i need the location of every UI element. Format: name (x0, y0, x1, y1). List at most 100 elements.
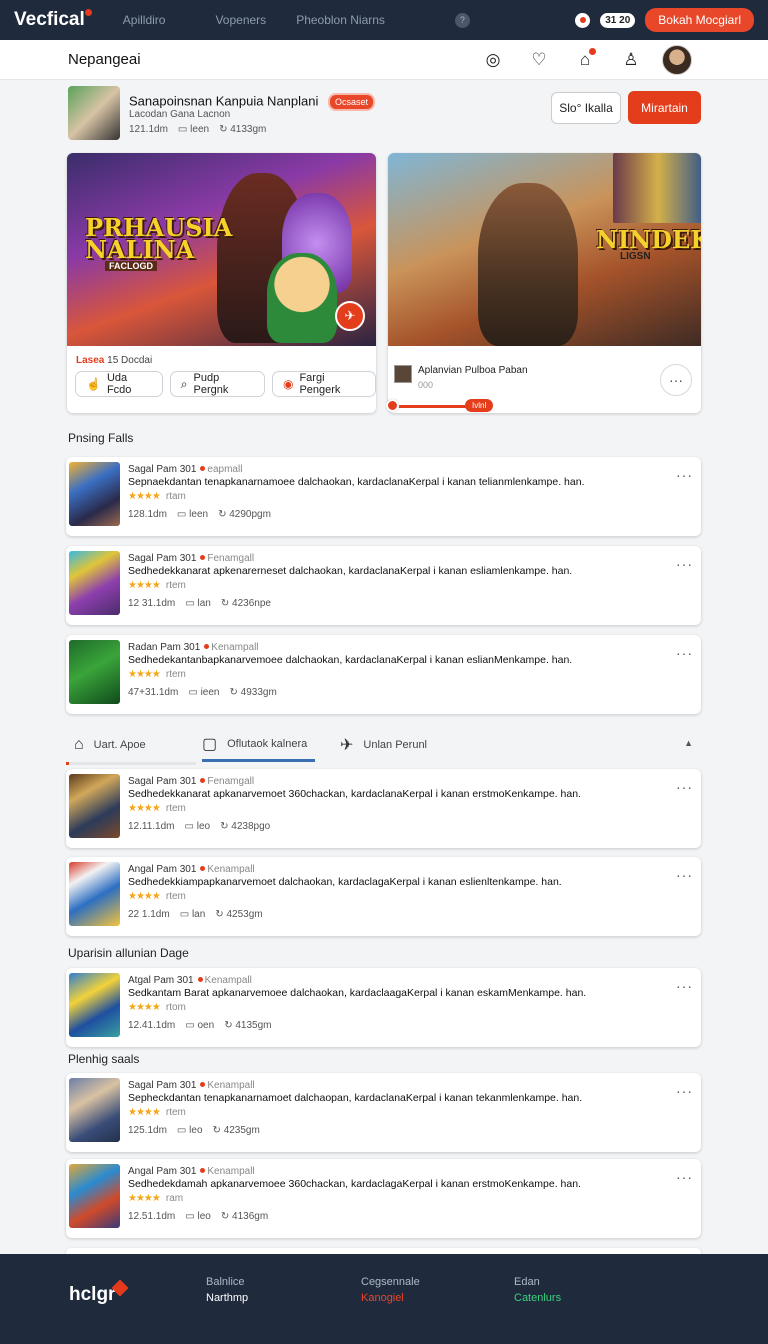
nav-item-3[interactable]: Pheoblon Niarns (296, 13, 385, 27)
meta-time: 121.1dm (129, 124, 168, 135)
star-rating: ★★★★ ram (128, 1193, 184, 1204)
target-icon[interactable]: ◎ (470, 44, 516, 76)
user-icon[interactable]: ♙ (608, 44, 654, 76)
item-meta: 128.1dm ▭ leen ↻ 4290pgm (128, 509, 271, 520)
featured-art-left[interactable]: PRHAUSIA NALINA FACLOGD ✈ (67, 153, 376, 346)
featured-card-left[interactable]: PRHAUSIA NALINA FACLOGD ✈ Lasea 15 Docdai… (67, 153, 376, 413)
profile-thumbnail[interactable] (68, 86, 120, 140)
item-thumbnail[interactable] (69, 862, 120, 926)
more-options-button[interactable]: ··· (660, 364, 692, 396)
primary-button[interactable]: Mirartain (628, 91, 701, 124)
calendar-icon: ▭ (185, 598, 195, 609)
item-thumbnail[interactable] (69, 462, 120, 526)
more-icon[interactable]: ··· (676, 645, 693, 661)
refresh-icon: ↻ (220, 1211, 230, 1222)
featured-card-right[interactable]: NINDEK LIGSN Aplanvian Pulboa Paban 000 … (388, 153, 701, 413)
help-icon[interactable]: ? (454, 12, 470, 28)
list-item[interactable]: Sagal Pam 301 eapmall Sepnaekdantan tenapk… (66, 457, 701, 536)
item-meta: 47+31.1dm ▭ ieen ↻ 4933gm (128, 687, 277, 698)
slider-handle[interactable] (386, 399, 399, 412)
more-icon[interactable]: ··· (676, 867, 693, 883)
avatar-wrap[interactable] (654, 44, 700, 76)
chip-search[interactable]: ⌕ Pudp Pergnk (169, 371, 265, 397)
top-cta-button[interactable]: Bokah Mocgiarl (645, 8, 754, 32)
chat-icon[interactable]: ♡ (516, 44, 562, 76)
meta-views: ↻ 4133gm (219, 124, 267, 135)
footer-link-1[interactable]: Narthmp (206, 1292, 248, 1304)
chip-like[interactable]: ☝ Uda Fcdo (75, 371, 163, 397)
meta-time: 12 31.1dm (128, 598, 176, 609)
author-name[interactable]: Aplanvian Pulboa Paban (418, 365, 528, 376)
calendar-icon: ▭ (188, 687, 198, 698)
list-item[interactable]: Angal Pam 301 Kenampall Sedhedekkiampapkan… (66, 857, 701, 936)
more-icon[interactable]: ··· (676, 467, 693, 483)
top-nav: Apilldiro Vopeners Pheoblon Niarns (123, 13, 435, 27)
calendar-icon: ▭ (185, 1020, 195, 1031)
tab-home[interactable]: ⌂ Uart. Apoe (74, 728, 146, 762)
section-updated: Uparisin allunian Dage (68, 946, 189, 960)
list-item[interactable]: Atgal Pam 301 Kenampall Sedkantam Barat ap… (66, 968, 701, 1047)
meta-views: ↻ 4933gm (229, 687, 277, 698)
footer-link-2[interactable]: Kanogiel (361, 1292, 420, 1304)
more-icon[interactable]: ··· (676, 556, 693, 572)
stars-icon: ★★★★ (128, 1002, 161, 1013)
status-dot (200, 866, 206, 871)
header-icons: ◎ ♡ ⌂ ♙ (470, 44, 700, 76)
status-dot (204, 644, 210, 649)
list-item[interactable]: Radan Pam 301 Kenampall Sedhedekantanbapka… (66, 635, 701, 714)
stars-icon: ★★★★ (128, 1193, 161, 1204)
status-dot (200, 1168, 206, 1173)
footer-logo[interactable]: hclgr (69, 1284, 115, 1306)
meta-likes: ▭ lan (179, 909, 206, 920)
meta-views: ↻ 4235gm (212, 1125, 260, 1136)
star-rating: ★★★★ rtem (128, 669, 186, 680)
stars-icon: ★★★★ (128, 491, 161, 502)
collapse-icon[interactable]: ▲ (684, 738, 693, 748)
featured-art-right[interactable]: NINDEK LIGSN (388, 153, 701, 346)
app-logo[interactable]: Vecfical (14, 9, 92, 31)
tab-comments[interactable]: ▢ Oflutaok kalnera (202, 728, 315, 762)
bell-badge (589, 48, 596, 55)
item-thumbnail[interactable] (69, 1164, 120, 1228)
more-icon[interactable]: ··· (676, 779, 693, 795)
more-icon[interactable]: ··· (676, 978, 693, 994)
record-icon[interactable] (575, 12, 591, 28)
calendar-icon: ▭ (177, 124, 188, 135)
meta-views: ↻ 4135gm (224, 1020, 272, 1031)
meta-time: 22 1.1dm (128, 909, 170, 920)
item-thumbnail[interactable] (69, 973, 120, 1037)
section-trending: Pnsing Falls (68, 431, 134, 445)
list-item[interactable]: Sagal Pam 301 Fenamgall Sedhedekkanarat ap… (66, 769, 701, 848)
status-dot (200, 555, 206, 560)
follow-button[interactable]: Slo° Ikalla (551, 92, 621, 124)
avatar[interactable] (662, 45, 692, 75)
refresh-icon: ↻ (224, 1020, 233, 1031)
chip-flag[interactable]: ◉ Fargi Pengerk (271, 371, 376, 397)
item-description: Sedhedekkanarat apkanarvemoet 360chackan… (128, 788, 581, 800)
item-meta: 12.11.1dm ▭ leo ↻ 4238pgo (128, 821, 270, 832)
list-item[interactable]: Sagal Pam 301 Fenamgall Sedhedekkanarat ap… (66, 546, 701, 625)
star-rating: ★★★★ rtam (128, 491, 186, 502)
meta-time: 47+31.1dm (128, 687, 179, 698)
item-thumbnail[interactable] (69, 640, 120, 704)
more-icon[interactable]: ··· (676, 1083, 693, 1099)
art-title-right: NINDEK (596, 225, 701, 254)
comment-icon: ▢ (202, 735, 218, 753)
item-thumbnail[interactable] (69, 551, 120, 615)
tab-send[interactable]: ✈ Unlan Perunl (340, 728, 427, 762)
bell-icon[interactable]: ⌂ (562, 44, 608, 76)
item-header: Angal Pam 301 Kenampall (128, 864, 255, 875)
list-item[interactable]: Angal Pam 301 Kenampall Sedhedekdamah apka… (66, 1159, 701, 1238)
nav-item-2[interactable]: Vopeners (215, 13, 266, 27)
list-item[interactable]: Sagal Pam 301 Kenampall Sepheckdantan tena… (66, 1073, 701, 1152)
nav-item-1[interactable]: Apilldiro (123, 13, 166, 27)
footer-link-3[interactable]: Catenlurs (514, 1292, 561, 1304)
more-icon[interactable]: ··· (676, 1169, 693, 1185)
author-avatar[interactable] (394, 365, 412, 383)
item-thumbnail[interactable] (69, 1078, 120, 1142)
play-icon[interactable]: ✈ (335, 301, 365, 331)
item-thumbnail[interactable] (69, 774, 120, 838)
status-dot (200, 1082, 206, 1087)
progress-slider[interactable]: Ivlnl (386, 398, 494, 414)
calendar-icon: ▭ (179, 909, 190, 920)
